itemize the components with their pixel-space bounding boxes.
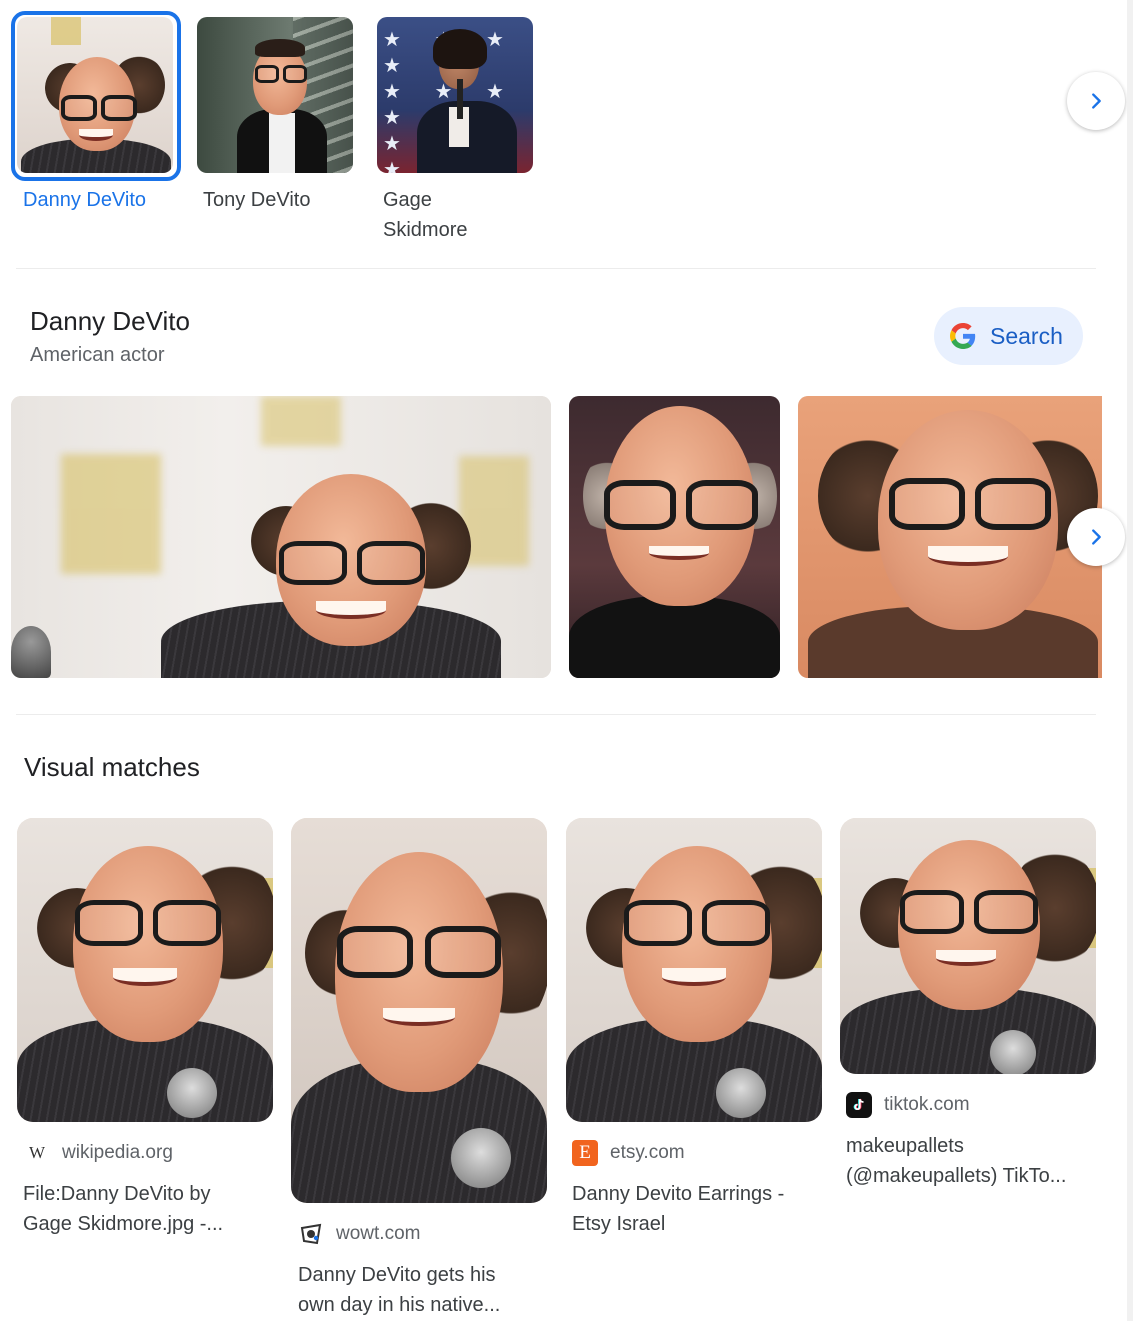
entity-subtitle: American actor: [30, 344, 165, 366]
etsy-icon: E: [572, 1140, 598, 1166]
carousel-image-3[interactable]: [798, 396, 1102, 678]
chip-label-tony-devito[interactable]: Tony DeVito: [203, 185, 310, 215]
chip-label-danny-devito[interactable]: Danny DeVito: [23, 185, 146, 215]
section-divider: [16, 714, 1096, 715]
result-title[interactable]: File:Danny DeVito by Gage Skidmore.jpg -…: [23, 1179, 273, 1239]
wowt-icon: [298, 1221, 324, 1247]
carousel-image-2[interactable]: [569, 396, 780, 678]
visual-match-thumbnail[interactable]: [840, 818, 1096, 1074]
chevron-right-icon: [1092, 529, 1101, 545]
google-search-button[interactable]: Search: [934, 307, 1083, 365]
result-source[interactable]: W wikipedia.org: [24, 1140, 173, 1166]
tiktok-icon: [846, 1092, 872, 1118]
result-source[interactable]: wowt.com: [298, 1221, 420, 1247]
result-title[interactable]: Danny DeVito gets his own day in his nat…: [298, 1260, 548, 1320]
result-title[interactable]: makeupallets (@makeupallets) TikTo...: [846, 1131, 1096, 1191]
chip-thumbnail-tony-devito[interactable]: [197, 17, 353, 173]
section-divider: [16, 268, 1096, 269]
chip-label-gage-skidmore[interactable]: Gage Skidmore: [383, 185, 503, 245]
visual-match-thumbnail[interactable]: [566, 818, 822, 1122]
chevron-right-icon: [1092, 93, 1101, 109]
carousel-next-button[interactable]: [1067, 508, 1125, 566]
chip-thumbnail-danny-devito[interactable]: [17, 17, 173, 173]
entity-title: Danny DeVito: [30, 306, 190, 336]
search-label: Search: [990, 322, 1063, 349]
visual-matches-heading: Visual matches: [24, 752, 200, 782]
carousel-image-1[interactable]: [11, 396, 551, 678]
visual-match-thumbnail[interactable]: [291, 818, 547, 1203]
page-scrollbar-track[interactable]: [1127, 0, 1133, 1321]
result-source[interactable]: tiktok.com: [846, 1092, 970, 1118]
visual-match-thumbnail[interactable]: [17, 818, 273, 1122]
result-title[interactable]: Danny Devito Earrings - Etsy Israel: [572, 1179, 822, 1239]
wikipedia-icon: W: [28, 1143, 46, 1162]
chips-next-button[interactable]: [1067, 72, 1125, 130]
chip-thumbnail-gage-skidmore[interactable]: ★ ★ ★ ★★ ★ ★ ★★ ★ ★ ★: [377, 17, 533, 173]
result-source[interactable]: E etsy.com: [572, 1140, 685, 1166]
google-g-icon: [950, 323, 976, 349]
